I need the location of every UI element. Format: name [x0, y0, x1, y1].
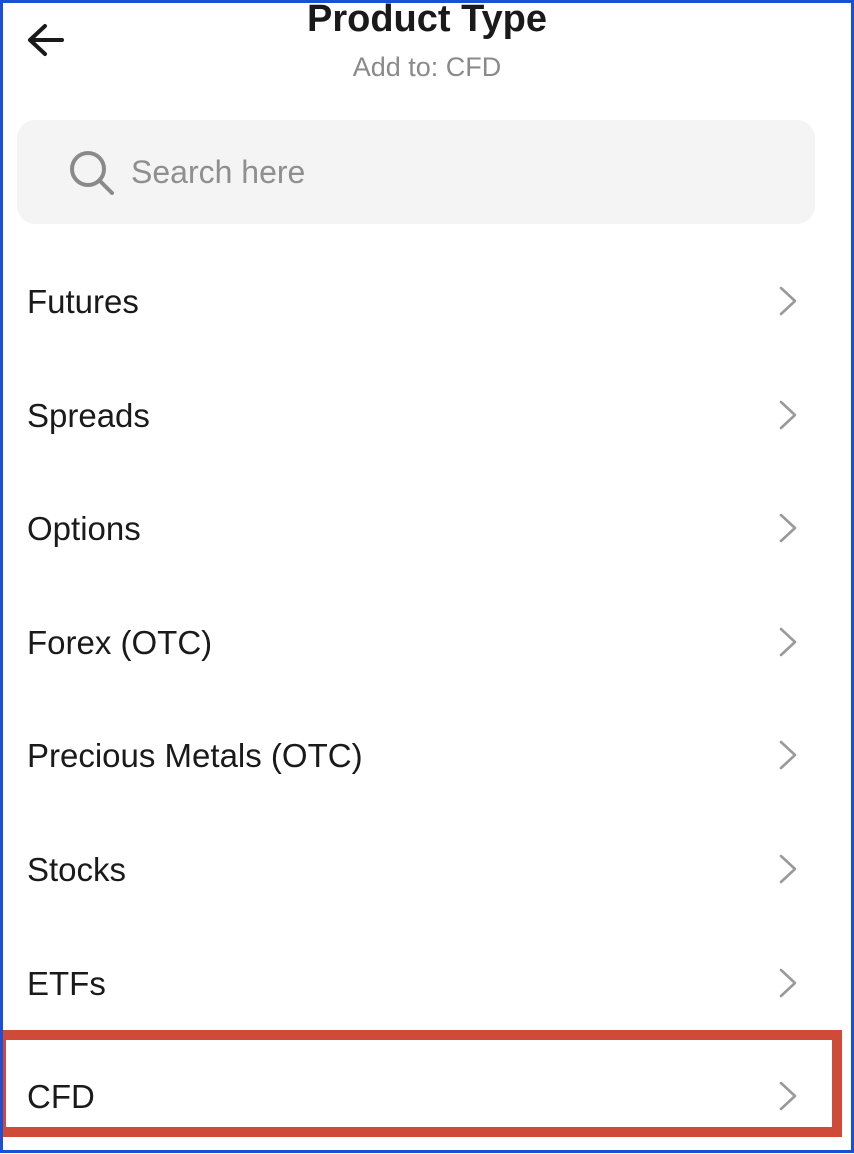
chevron-right-icon — [779, 513, 797, 543]
list-item-spreads[interactable]: Spreads — [0, 359, 854, 473]
list-item-stocks[interactable]: Stocks — [0, 813, 854, 927]
list-item-etfs[interactable]: ETFs — [0, 927, 854, 1041]
chevron-right-icon — [779, 627, 797, 657]
chevron-right-icon — [779, 400, 797, 429]
list-item-forex-otc[interactable]: Forex (OTC) — [0, 586, 854, 700]
search-bar[interactable] — [17, 120, 815, 224]
chevron-right-icon — [779, 1081, 797, 1111]
product-type-list: Futures Spreads Options Forex (OTC) Prec… — [0, 245, 854, 1154]
chevron-right-icon — [779, 854, 797, 884]
list-item-options[interactable]: Options — [0, 472, 854, 586]
chevron-right-icon — [779, 968, 797, 997]
chevron-right-icon — [779, 741, 797, 770]
header: Product Type Add to: CFD — [0, 0, 854, 100]
list-item-label: Precious Metals (OTC) — [27, 737, 363, 775]
list-item-precious-metals-otc[interactable]: Precious Metals (OTC) — [0, 699, 854, 813]
list-item-label: Stocks — [27, 850, 127, 888]
list-item-label: Options — [27, 510, 141, 548]
list-item-label: CFD — [27, 1078, 95, 1116]
list-item-label: ETFs — [27, 964, 106, 1002]
search-icon — [70, 151, 114, 195]
list-item-label: Spreads — [27, 396, 150, 434]
chevron-right-icon — [779, 286, 797, 316]
list-item-label: Forex (OTC) — [27, 623, 213, 661]
page-title: Product Type — [307, 0, 547, 40]
list-item-futures[interactable]: Futures — [0, 245, 854, 359]
search-input[interactable] — [131, 142, 791, 202]
list-item-cfd[interactable]: CFD — [0, 1040, 854, 1154]
list-item-label: Futures — [27, 283, 139, 320]
page-subtitle: Add to: CFD — [352, 52, 502, 82]
